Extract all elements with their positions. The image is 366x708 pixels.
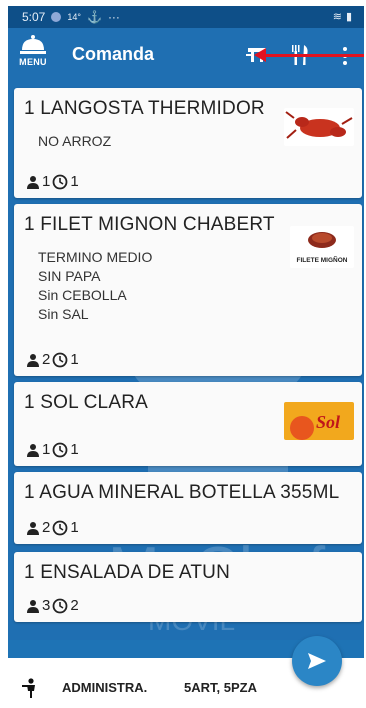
time-count: 1 xyxy=(70,519,79,536)
order-note: Sin SAL xyxy=(38,306,89,322)
person-icon xyxy=(27,175,39,189)
diner-count: 2 xyxy=(42,519,51,536)
order-list: Mr.Chef MOVIL 1 LANGOSTA THERMIDOR NO AR… xyxy=(8,80,364,640)
send-button[interactable] xyxy=(292,636,342,686)
order-card[interactable]: 1 AGUA MINERAL BOTELLA 355ML 2 1 xyxy=(14,472,362,544)
beer-image: Sol xyxy=(284,402,354,440)
order-name: 1 FILET MIGNON CHABERT xyxy=(24,214,275,235)
waiter-icon xyxy=(22,678,35,698)
clock-icon xyxy=(52,520,68,535)
order-note: NO ARROZ xyxy=(38,133,112,149)
time-count: 1 xyxy=(70,351,79,368)
user-name: ADMINISTRA. xyxy=(62,680,148,695)
cloche-icon xyxy=(20,35,46,54)
order-note: SIN PAPA xyxy=(38,268,101,284)
order-card[interactable]: 1 SOL CLARA Sol 1 1 xyxy=(14,382,362,466)
person-icon xyxy=(27,353,39,367)
diner-count: 1 xyxy=(42,173,51,190)
order-card[interactable]: 1 FILET MIGNON CHABERT TERMINO MEDIO SIN… xyxy=(14,204,362,376)
order-meta: 1 1 xyxy=(26,441,79,458)
order-summary: 5ART, 5PZA xyxy=(184,680,257,695)
temperature-text: 14° xyxy=(67,12,81,22)
order-card[interactable]: 1 LANGOSTA THERMIDOR NO ARROZ 1 1 xyxy=(14,88,362,198)
order-card[interactable]: 1 ENSALADA DE ATUN 3 2 xyxy=(14,552,362,622)
menu-label: MENU xyxy=(19,57,47,67)
phone-screen: 5:07 14° ⚓ ··· ≋ ▮ MENU Comanda 1 LANGOS… xyxy=(8,6,364,708)
notification-icon xyxy=(51,12,62,22)
clock-icon xyxy=(52,598,68,613)
order-name: 1 SOL CLARA xyxy=(24,392,148,413)
send-icon xyxy=(308,653,326,669)
diner-count: 1 xyxy=(42,441,51,458)
time-count: 1 xyxy=(70,441,79,458)
svg-text:FILETE MIGÑON: FILETE MIGÑON xyxy=(297,255,348,264)
cutlery-icon[interactable] xyxy=(290,44,310,71)
annotation-arrow xyxy=(254,48,364,62)
order-meta: 2 1 xyxy=(26,519,79,536)
order-name: 1 AGUA MINERAL BOTELLA 355ML xyxy=(24,482,340,503)
diner-count: 3 xyxy=(42,597,51,614)
app-notification-icon: ⚓ xyxy=(86,10,102,24)
svg-text:Sol: Sol xyxy=(316,412,340,432)
order-notes: TERMINO MEDIO SIN PAPA Sin CEBOLLA Sin S… xyxy=(38,248,152,324)
page-title: Comanda xyxy=(72,44,155,64)
order-note: TERMINO MEDIO xyxy=(38,249,153,265)
time-count: 2 xyxy=(70,597,79,614)
clock-icon xyxy=(52,442,68,457)
order-name: 1 ENSALADA DE ATUN xyxy=(24,562,230,583)
order-name: 1 LANGOSTA THERMIDOR xyxy=(24,98,265,119)
clock-icon xyxy=(52,174,68,189)
status-bar: 5:07 14° ⚓ ··· ≋ ▮ xyxy=(8,6,364,28)
person-icon xyxy=(27,599,39,613)
battery-icon: ▮ xyxy=(345,11,352,23)
person-icon xyxy=(27,443,39,457)
status-time: 5:07 xyxy=(22,10,46,24)
diner-count: 2 xyxy=(42,351,51,368)
lobster-image xyxy=(284,108,354,146)
order-notes: NO ARROZ xyxy=(38,132,111,151)
wifi-icon: ≋ xyxy=(332,11,342,23)
order-meta: 3 2 xyxy=(26,597,79,614)
more-notifications-icon: ··· xyxy=(107,10,120,24)
filete-image: FILETE MIGÑON xyxy=(290,226,354,268)
order-meta: 2 1 xyxy=(26,351,79,368)
order-note: Sin CEBOLLA xyxy=(38,287,127,303)
clock-icon xyxy=(52,352,68,367)
menu-button[interactable]: MENU xyxy=(14,34,52,74)
person-icon xyxy=(27,521,39,535)
time-count: 1 xyxy=(70,173,79,190)
order-meta: 1 1 xyxy=(26,173,79,190)
more-options-icon[interactable] xyxy=(342,46,348,71)
